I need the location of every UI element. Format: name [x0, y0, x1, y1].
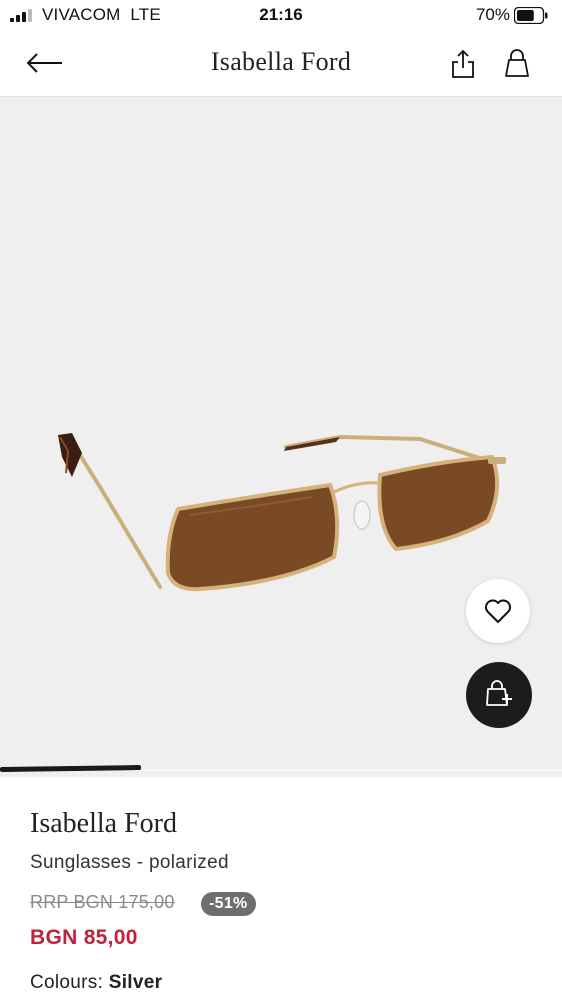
colours-label: Colours: — [30, 972, 104, 993]
battery-percent: 70% — [475, 5, 510, 24]
product-description: Sunglasses - polarized — [30, 852, 229, 873]
arrow-left-icon — [26, 53, 62, 73]
discount-badge: -51% — [201, 892, 256, 916]
add-to-bag-button[interactable] — [466, 662, 532, 728]
wishlist-button[interactable] — [466, 579, 530, 643]
product-brand: Isabella Ford — [30, 808, 177, 839]
product-gallery[interactable] — [0, 97, 562, 777]
back-button[interactable] — [24, 46, 66, 80]
rrp-price: RRP BGN 175,00 — [30, 892, 175, 912]
status-bar: VIVACOM LTE 21:16 70% — [0, 0, 562, 32]
sale-price: BGN 85,00 — [30, 926, 138, 949]
shopping-bag-button[interactable] — [503, 48, 531, 80]
heart-icon — [485, 599, 511, 623]
page-title: Isabella Ford — [210, 47, 352, 76]
colours-value: Silver — [108, 972, 163, 993]
gallery-progress-indicator — [0, 765, 562, 773]
product-image-sunglasses — [58, 433, 506, 592]
share-icon — [452, 49, 474, 78]
battery-icon — [514, 7, 548, 24]
shopping-bag-icon — [505, 49, 529, 77]
colours-row: Colours: Silver — [30, 972, 162, 994]
bag-plus-icon — [486, 680, 512, 706]
share-button[interactable] — [449, 48, 477, 80]
nav-bar: Isabella Ford — [0, 32, 562, 97]
